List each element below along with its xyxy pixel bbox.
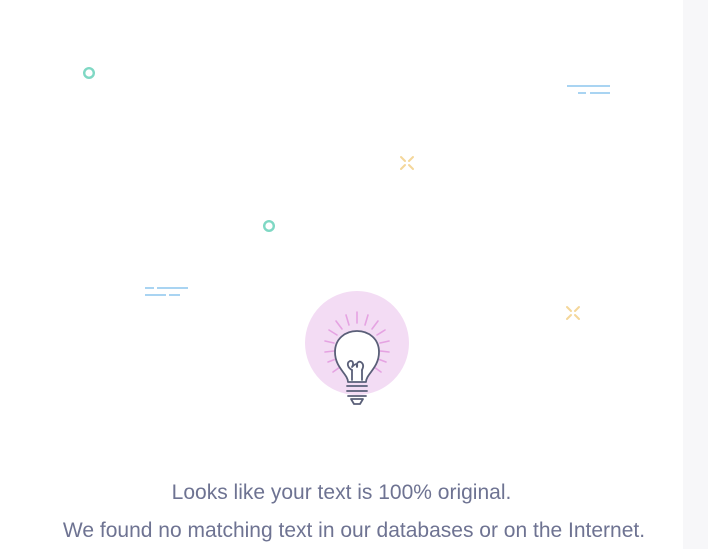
sparkle-decoration-2 xyxy=(565,305,581,321)
lightbulb-icon xyxy=(304,290,410,410)
result-headline: Looks like your text is 100% original. xyxy=(171,481,512,504)
dash-decoration-2 xyxy=(144,285,190,299)
scrollbar-track[interactable] xyxy=(683,0,708,549)
circle-decoration-1 xyxy=(82,66,96,80)
result-detail: We found no matching text in our databas… xyxy=(62,519,646,542)
sparkle-decoration-1 xyxy=(399,155,415,171)
circle-decoration-2 xyxy=(262,219,276,233)
empty-result-panel: Looks like your text is 100% original. W… xyxy=(0,0,708,549)
dash-decoration-1 xyxy=(566,84,612,96)
